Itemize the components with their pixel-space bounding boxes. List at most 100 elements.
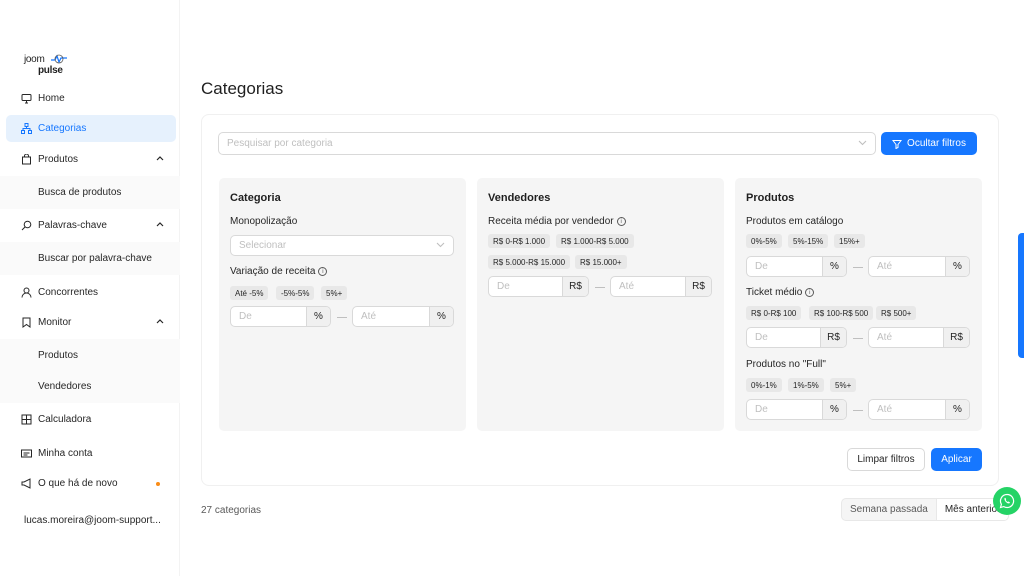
pct-addon: % xyxy=(822,257,846,276)
chevron-up-icon[interactable] xyxy=(156,221,164,227)
nav-monitor-vendedores-label: Vendedores xyxy=(38,381,92,392)
chevron-down-icon xyxy=(858,140,867,146)
chevron-up-icon[interactable] xyxy=(156,155,164,161)
var-to-input[interactable]: Até % xyxy=(352,306,454,327)
filter-icon xyxy=(892,139,903,149)
hide-filters-button[interactable]: Ocultar filtros xyxy=(881,132,977,155)
user-account[interactable]: lucas.moreira@joom-support... xyxy=(24,515,161,526)
tag-receita-2[interactable]: R$ 1.000-R$ 5.000 xyxy=(556,234,634,248)
nav-calculadora-label: Calculadora xyxy=(38,414,92,425)
nav-monitor-label: Monitor xyxy=(38,317,72,328)
catalogo-from-input[interactable]: De % xyxy=(746,256,847,277)
logo-text-pulse: pulse xyxy=(38,65,63,76)
full-to-input[interactable]: Até % xyxy=(868,399,970,420)
tag-ticket-3[interactable]: R$ 500+ xyxy=(876,306,917,320)
vendedores-panel-title: Vendedores xyxy=(488,192,551,204)
receita-to-input[interactable]: Até R$ xyxy=(610,276,712,297)
ticket-medio-label: Ticket médio i xyxy=(746,287,815,298)
nav-produtos[interactable]: Produtos xyxy=(6,146,176,173)
var-to-placeholder: Até xyxy=(361,311,377,322)
tag-full-2[interactable]: 1%-5% xyxy=(788,378,824,392)
nav-home-label: Home xyxy=(38,93,65,104)
nav-monitor-produtos-label: Produtos xyxy=(38,350,79,361)
catalogo-to-placeholder: Até xyxy=(877,261,893,272)
full-to-placeholder: Até xyxy=(877,404,893,415)
category-search-select[interactable]: Pesquisar por categoria xyxy=(218,132,876,155)
nav-produtos-label: Produtos xyxy=(38,154,79,165)
info-icon[interactable]: i xyxy=(616,217,626,226)
nav-categorias-label: Categorias xyxy=(38,123,87,134)
monopolizacao-placeholder: Selecionar xyxy=(239,240,287,251)
page-title: Categorias xyxy=(201,79,284,98)
tag-ticket-2[interactable]: R$ 100-R$ 500 xyxy=(809,306,874,320)
nav-home[interactable]: Home xyxy=(6,85,176,112)
tag-catalogo-1[interactable]: 0%-5% xyxy=(746,234,782,248)
ticket-to-input[interactable]: Até R$ xyxy=(868,327,970,348)
full-from-input[interactable]: De % xyxy=(746,399,847,420)
monitor-icon xyxy=(21,93,32,104)
shopping-bag-icon xyxy=(21,154,32,165)
full-label: Produtos no "Full" xyxy=(746,359,826,370)
joom-pulse-logo[interactable]: joom pulse xyxy=(24,54,74,76)
monopolizacao-select[interactable]: Selecionar xyxy=(230,235,454,256)
tag-var-2[interactable]: -5%-5% xyxy=(276,286,315,300)
nav-buscar-palavra[interactable]: Buscar por palavra-chave xyxy=(0,242,180,275)
nav-minha-conta[interactable]: Minha conta xyxy=(6,440,176,467)
info-icon[interactable]: i xyxy=(805,288,815,297)
nav-categorias[interactable]: Categorias xyxy=(6,115,176,142)
nav-concorrentes[interactable]: Concorrentes xyxy=(6,279,176,306)
period-last-week[interactable]: Semana passada xyxy=(842,499,936,520)
tag-catalogo-3[interactable]: 15%+ xyxy=(834,234,865,248)
user-icon xyxy=(21,287,32,298)
nav-calculadora[interactable]: Calculadora xyxy=(6,406,176,433)
nav-monitor-vendedores[interactable]: Vendedores xyxy=(0,370,180,403)
var-from-placeholder: De xyxy=(239,311,252,322)
range-dash xyxy=(853,267,863,268)
ticket-from-input[interactable]: De R$ xyxy=(746,327,847,348)
apply-button[interactable]: Aplicar xyxy=(931,448,982,471)
nav-monitor[interactable]: Monitor xyxy=(6,309,176,336)
megaphone-icon xyxy=(21,478,32,489)
nav-novidades[interactable]: O que há de novo xyxy=(6,470,176,497)
receita-media-text: Receita média por vendedor xyxy=(488,216,614,227)
brl-addon: R$ xyxy=(943,328,969,347)
categoria-panel-title: Categoria xyxy=(230,192,281,204)
receita-from-input[interactable]: De R$ xyxy=(488,276,589,297)
ticket-to-placeholder: Até xyxy=(877,332,893,343)
tag-catalogo-2[interactable]: 5%-15% xyxy=(788,234,829,248)
range-dash xyxy=(853,338,863,339)
catalogo-to-input[interactable]: Até % xyxy=(868,256,970,277)
brl-addon: R$ xyxy=(820,328,846,347)
receita-to-placeholder: Até xyxy=(619,281,635,292)
variacao-receita-label: Variação de receita i xyxy=(230,266,328,277)
catalogo-label: Produtos em catálogo xyxy=(746,216,844,227)
tag-full-1[interactable]: 0%-1% xyxy=(746,378,782,392)
var-from-input[interactable]: De % xyxy=(230,306,331,327)
range-dash xyxy=(595,287,605,288)
brl-addon: R$ xyxy=(562,277,588,296)
nav-monitor-produtos[interactable]: Produtos xyxy=(0,339,180,372)
catalogo-from-placeholder: De xyxy=(755,261,768,272)
tag-var-1[interactable]: Até -5% xyxy=(230,286,269,300)
tag-receita-1[interactable]: R$ 0-R$ 1.000 xyxy=(488,234,551,248)
ticket-from-placeholder: De xyxy=(755,332,768,343)
nav-buscar-palavra-label: Buscar por palavra-chave xyxy=(38,253,152,264)
tag-full-3[interactable]: 5%+ xyxy=(830,378,857,392)
range-dash xyxy=(337,317,347,318)
nav-palavras-label: Palavras-chave xyxy=(38,220,107,231)
clear-filters-button[interactable]: Limpar filtros xyxy=(847,448,925,471)
chevron-up-icon[interactable] xyxy=(156,318,164,324)
results-count: 27 categorias xyxy=(201,505,262,516)
nav-palavras-chave[interactable]: Palavras-chave xyxy=(6,212,176,239)
nav-busca-produtos[interactable]: Busca de produtos xyxy=(0,176,180,209)
tag-var-3[interactable]: 5%+ xyxy=(321,286,348,300)
tag-receita-3[interactable]: R$ 5.000-R$ 15.000 xyxy=(488,255,571,269)
side-feedback-tab[interactable] xyxy=(1018,233,1024,358)
nav-novidades-label: O que há de novo xyxy=(38,478,118,489)
id-card-icon xyxy=(21,448,32,459)
tag-receita-4[interactable]: R$ 15.000+ xyxy=(575,255,627,269)
info-icon[interactable]: i xyxy=(318,267,328,276)
pct-addon: % xyxy=(306,307,330,326)
tag-ticket-1[interactable]: R$ 0-R$ 100 xyxy=(746,306,802,320)
whatsapp-button[interactable] xyxy=(993,487,1021,515)
